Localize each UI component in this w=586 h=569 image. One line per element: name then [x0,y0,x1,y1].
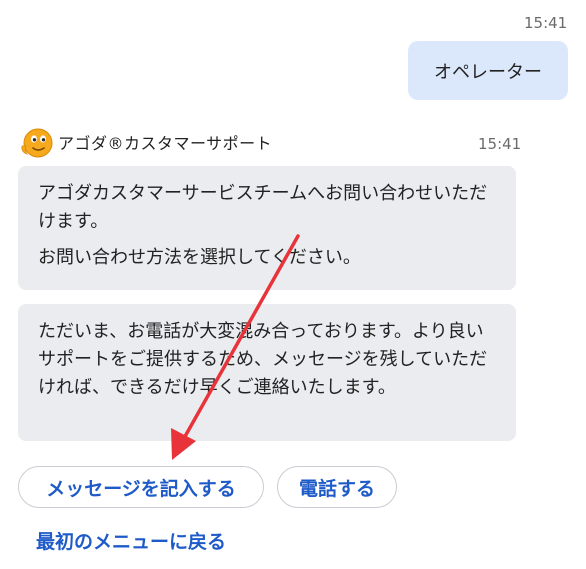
bot-message-timestamp: 15:41 [478,135,522,153]
write-message-button[interactable]: メッセージを記入する [18,466,264,508]
bot-message-line: お問い合わせ方法を選択してください。 [38,247,361,268]
bot-message-bubble-busy-notice: ただいま、お電話が大変混み合っております。より良いサポートをご提供するため、メッ… [18,304,516,441]
user-message-text: オペレーター [434,61,542,83]
bot-message-bubble: アゴダカスタマーサービスチームへお問い合わせいただけます。 お問い合わせ方法を選… [18,166,516,290]
user-message-bubble: オペレーター [408,41,568,100]
write-message-button-label: メッセージを記入する [46,477,236,500]
user-message-timestamp: 15:41 [524,14,568,32]
agoda-mascot-icon [21,128,53,158]
back-to-main-menu-link[interactable]: 最初のメニューに戻る [36,527,226,554]
call-button[interactable]: 電話する [277,466,397,508]
bot-message-line: ただいま、お電話が大変混み合っております。より良いサポートをご提供するため、メッ… [38,321,488,398]
bot-message-line: アゴダカスタマーサービスチームへお問い合わせいただけます。 [38,183,488,232]
bot-name: アゴダ®カスタマーサポート [58,134,273,153]
call-button-label: 電話する [298,477,375,500]
bot-header: アゴダ®カスタマーサポート [18,124,272,160]
